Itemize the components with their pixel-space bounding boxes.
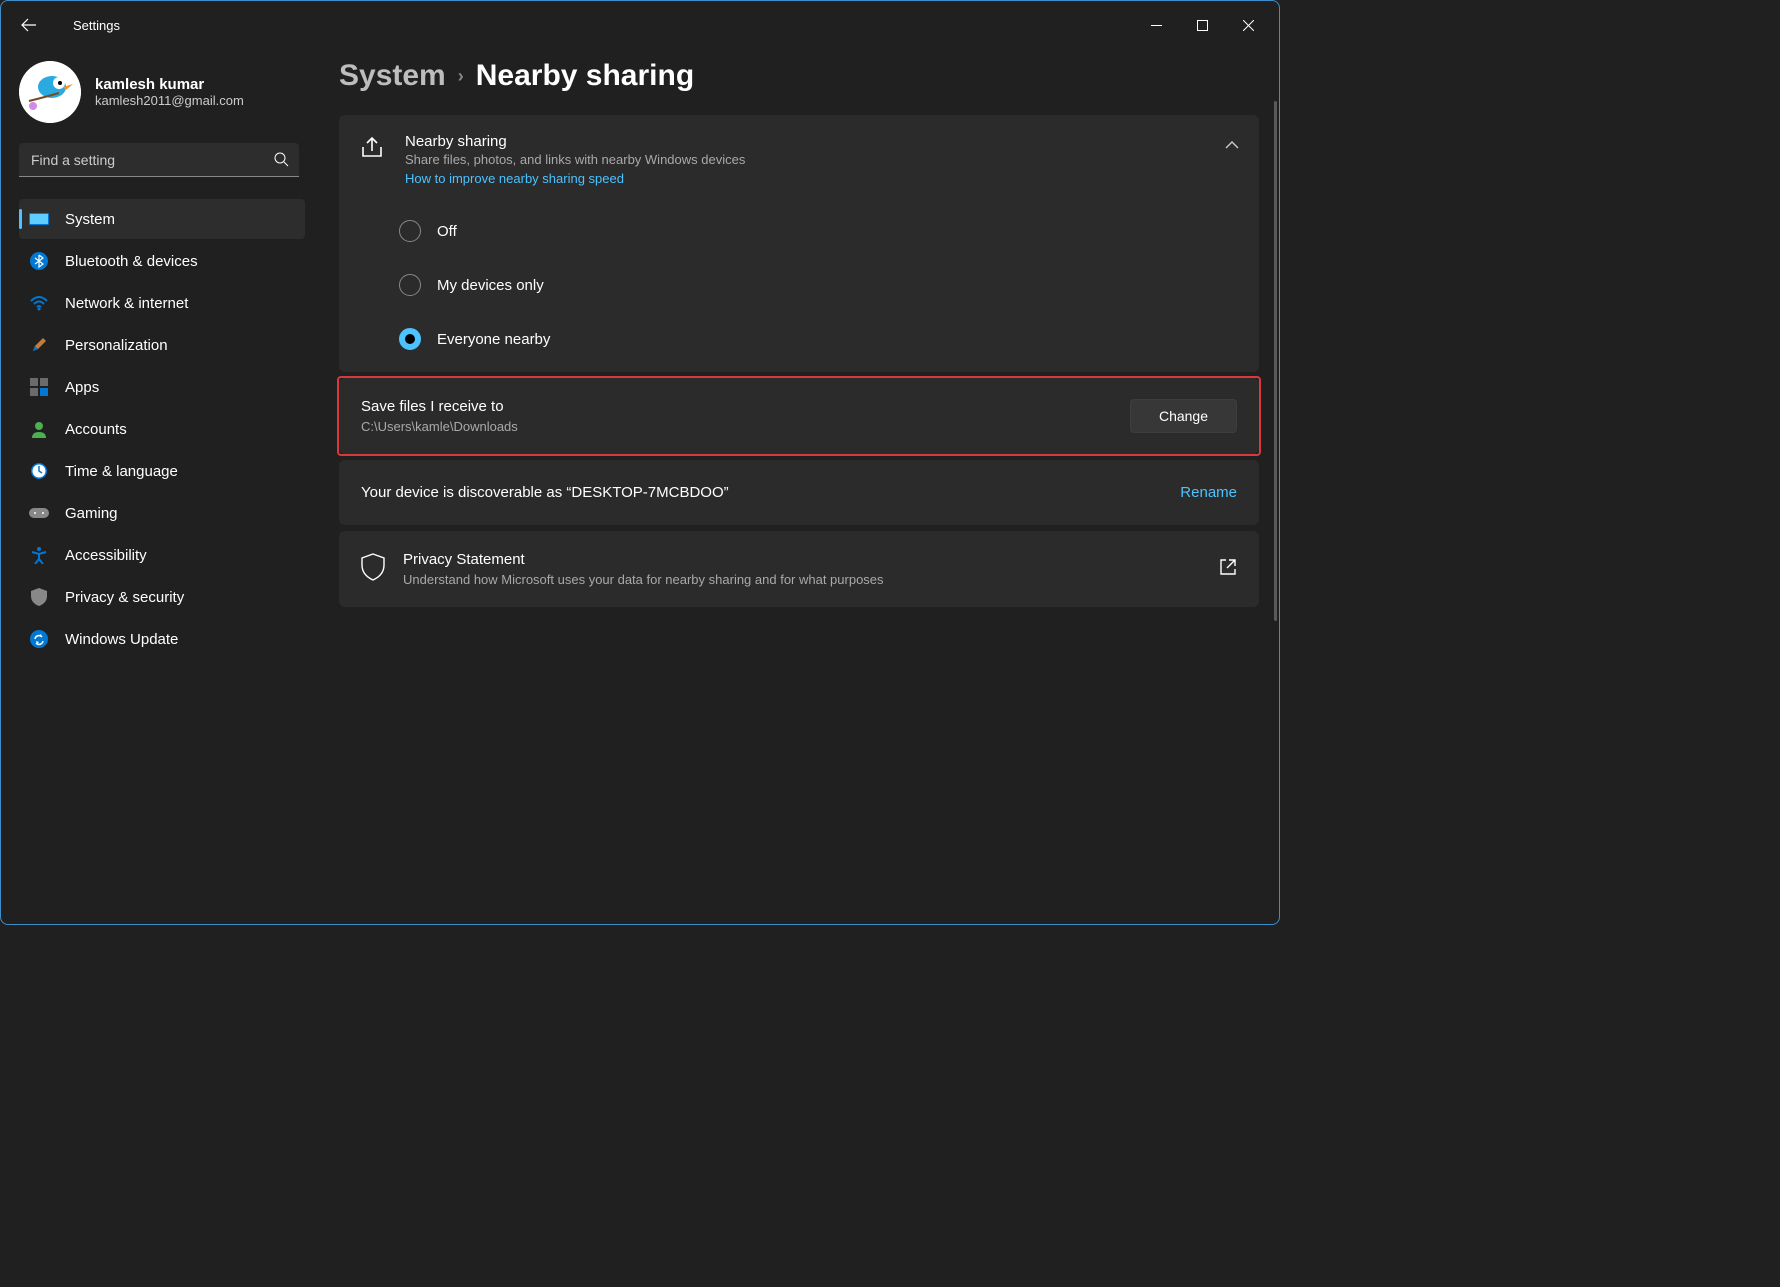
nav-list: System Bluetooth & devices Network & int…: [19, 199, 305, 659]
shield-icon: [29, 587, 49, 607]
breadcrumb-parent[interactable]: System: [339, 59, 446, 93]
nav-item-network[interactable]: Network & internet: [19, 283, 305, 323]
gamepad-icon: [29, 503, 49, 523]
panel-desc: Share files, photos, and links with near…: [405, 152, 1207, 167]
nav-label: Apps: [65, 379, 99, 396]
bluetooth-icon: [29, 251, 49, 271]
scrollbar[interactable]: [1274, 101, 1277, 621]
person-icon: [29, 419, 49, 439]
panel-title: Nearby sharing: [405, 133, 1207, 150]
radio-off[interactable]: Off: [399, 220, 1259, 242]
nav-item-privacy[interactable]: Privacy & security: [19, 577, 305, 617]
nav-item-personalization[interactable]: Personalization: [19, 325, 305, 365]
radio-my-devices[interactable]: My devices only: [399, 274, 1259, 296]
radio-icon: [399, 220, 421, 242]
update-icon: [29, 629, 49, 649]
discoverable-row: Your device is discoverable as “DESKTOP-…: [339, 460, 1259, 525]
rename-link[interactable]: Rename: [1180, 484, 1237, 501]
title-bar: Settings: [1, 1, 1279, 49]
minimize-button[interactable]: [1133, 9, 1179, 41]
breadcrumb-current: Nearby sharing: [476, 59, 694, 93]
radio-label: Off: [437, 223, 457, 240]
sharing-options: Off My devices only Everyone nearby: [339, 206, 1259, 372]
save-location-row: Save files I receive to C:\Users\kamle\D…: [339, 378, 1259, 454]
privacy-row[interactable]: Privacy Statement Understand how Microso…: [339, 531, 1259, 607]
radio-everyone[interactable]: Everyone nearby: [399, 328, 1259, 350]
radio-icon: [399, 328, 421, 350]
nav-item-system[interactable]: System: [19, 199, 305, 239]
window-title: Settings: [73, 18, 120, 33]
arrow-left-icon: [21, 17, 37, 33]
nav-item-accessibility[interactable]: Accessibility: [19, 535, 305, 575]
shield-outline-icon: [361, 553, 385, 586]
brush-icon: [29, 335, 49, 355]
save-title: Save files I receive to: [361, 398, 1130, 415]
maximize-icon: [1197, 20, 1208, 31]
radio-icon: [399, 274, 421, 296]
search-input[interactable]: [19, 143, 299, 177]
nearby-sharing-panel: Nearby sharing Share files, photos, and …: [339, 115, 1259, 372]
search-icon: [273, 151, 289, 172]
chevron-up-icon: [1225, 137, 1239, 155]
maximize-button[interactable]: [1179, 9, 1225, 41]
nav-item-accounts[interactable]: Accounts: [19, 409, 305, 449]
search-box: [19, 143, 299, 177]
back-button[interactable]: [9, 5, 49, 45]
discoverable-text: Your device is discoverable as “DESKTOP-…: [361, 484, 1180, 501]
chevron-right-icon: ›: [458, 66, 464, 87]
external-link-icon: [1219, 558, 1237, 581]
clock-icon: [29, 461, 49, 481]
nav-label: Personalization: [65, 337, 168, 354]
change-button[interactable]: Change: [1130, 399, 1237, 433]
radio-label: My devices only: [437, 277, 544, 294]
nav-item-apps[interactable]: Apps: [19, 367, 305, 407]
content-area: System › Nearby sharing Nearby sharing S…: [311, 49, 1279, 924]
nav-label: Gaming: [65, 505, 118, 522]
improve-speed-link[interactable]: How to improve nearby sharing speed: [405, 171, 624, 186]
user-profile[interactable]: kamlesh kumar kamlesh2011@gmail.com: [19, 61, 305, 123]
avatar-image: [19, 61, 81, 123]
wifi-icon: [29, 293, 49, 313]
close-icon: [1243, 20, 1254, 31]
user-name: kamlesh kumar: [95, 76, 244, 93]
nav-label: Windows Update: [65, 631, 178, 648]
save-path: C:\Users\kamle\Downloads: [361, 419, 1130, 434]
close-button[interactable]: [1225, 9, 1271, 41]
nav-label: Network & internet: [65, 295, 188, 312]
apps-icon: [29, 377, 49, 397]
nav-label: System: [65, 211, 115, 228]
system-icon: [29, 209, 49, 229]
minimize-icon: [1151, 20, 1162, 31]
user-email: kamlesh2011@gmail.com: [95, 93, 244, 108]
breadcrumb: System › Nearby sharing: [339, 59, 1259, 93]
nearby-sharing-header[interactable]: Nearby sharing Share files, photos, and …: [339, 115, 1259, 206]
privacy-title: Privacy Statement: [403, 551, 1201, 568]
avatar: [19, 61, 81, 123]
nav-item-time[interactable]: Time & language: [19, 451, 305, 491]
nav-label: Accessibility: [65, 547, 147, 564]
nav-item-gaming[interactable]: Gaming: [19, 493, 305, 533]
radio-label: Everyone nearby: [437, 331, 550, 348]
privacy-desc: Understand how Microsoft uses your data …: [403, 572, 963, 587]
nav-label: Privacy & security: [65, 589, 184, 606]
nav-label: Bluetooth & devices: [65, 253, 198, 270]
nav-label: Time & language: [65, 463, 178, 480]
share-icon: [359, 135, 387, 163]
accessibility-icon: [29, 545, 49, 565]
nav-label: Accounts: [65, 421, 127, 438]
nav-item-update[interactable]: Windows Update: [19, 619, 305, 659]
nav-item-bluetooth[interactable]: Bluetooth & devices: [19, 241, 305, 281]
sidebar: kamlesh kumar kamlesh2011@gmail.com Syst…: [1, 49, 311, 924]
